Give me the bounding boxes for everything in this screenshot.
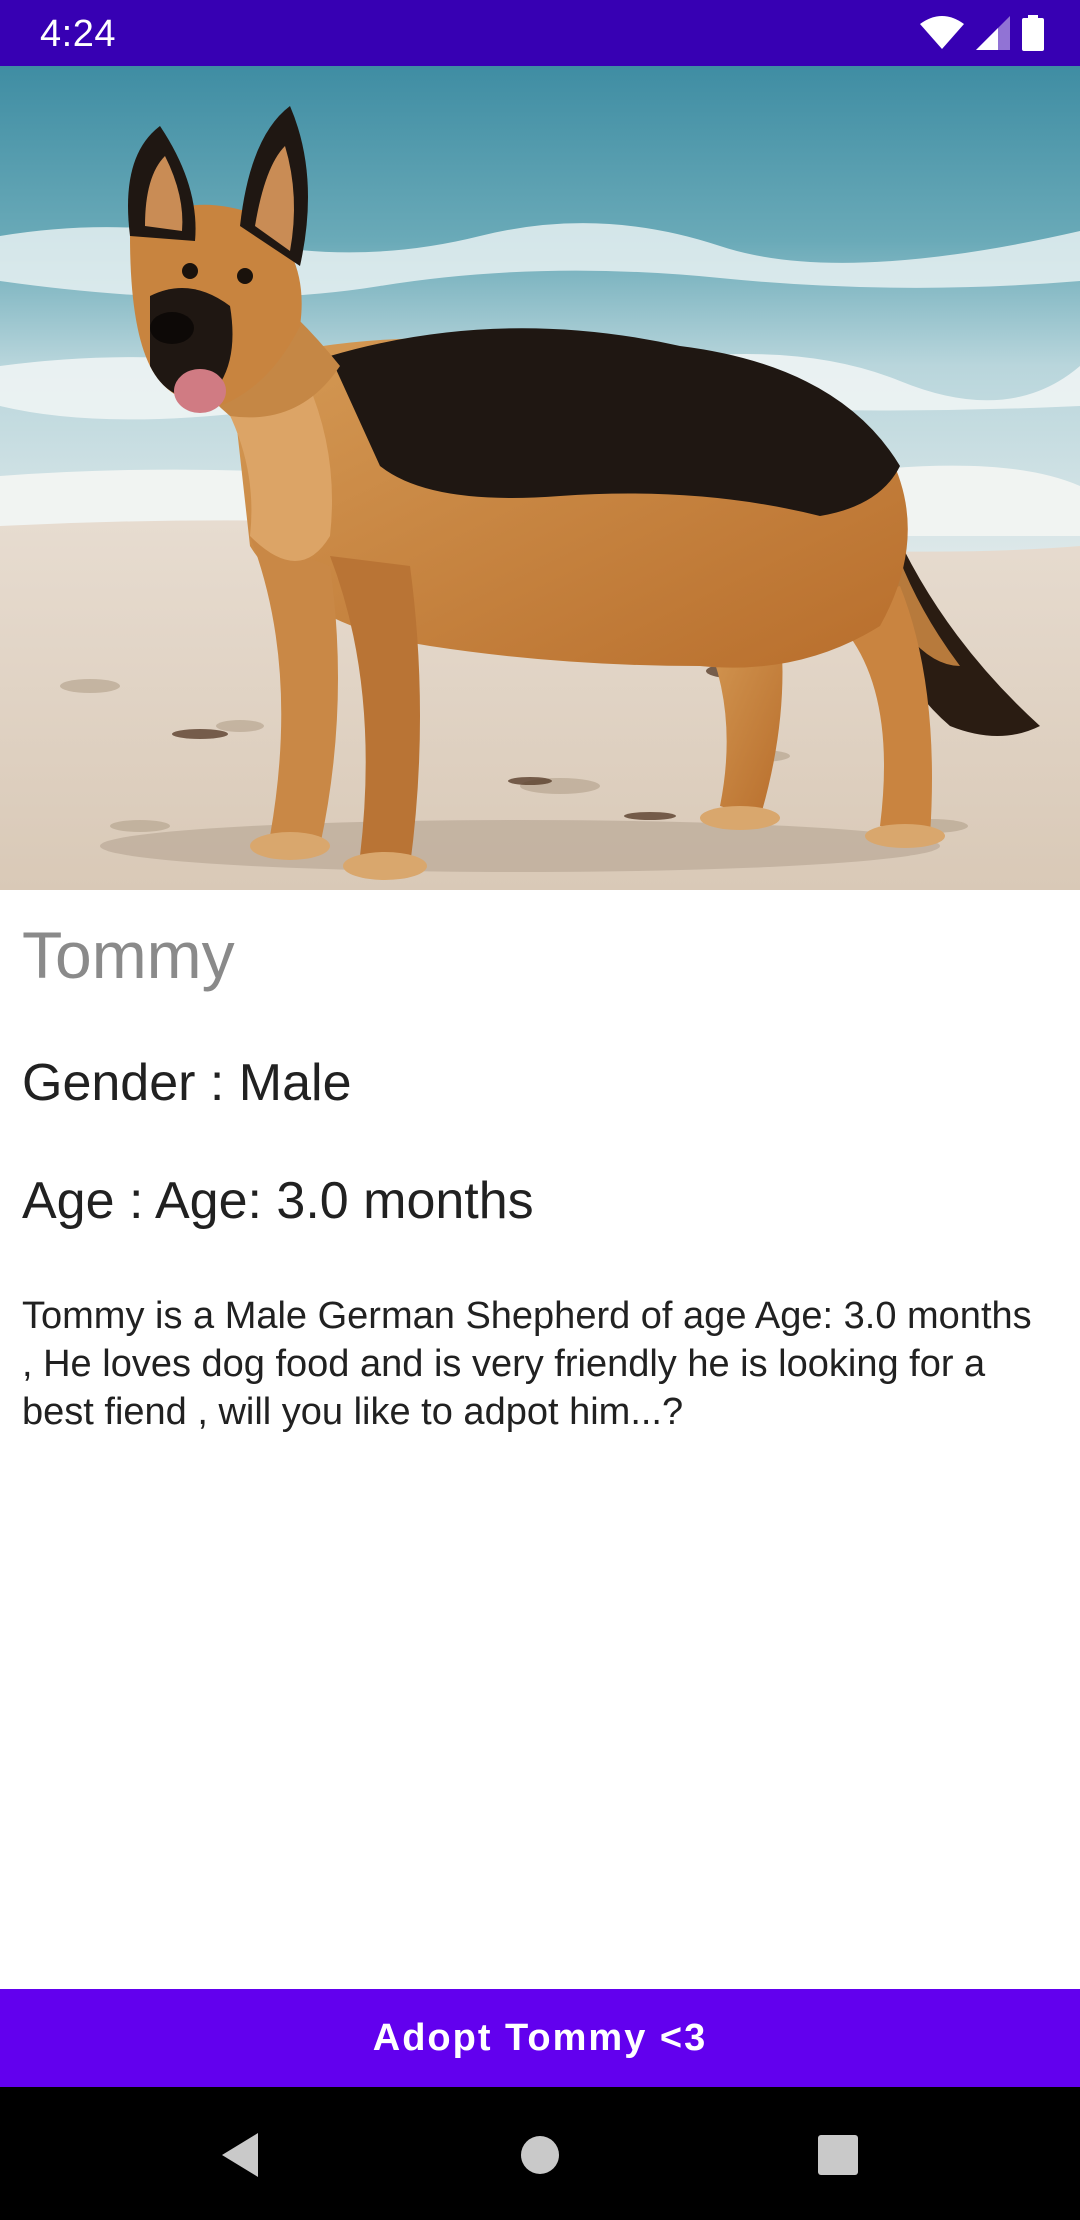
- pet-gender: Gender : Male: [22, 1054, 352, 1112]
- back-icon[interactable]: [208, 2123, 272, 2187]
- pet-name: Tommy: [22, 918, 235, 992]
- pet-photo: [0, 66, 1080, 890]
- recents-icon[interactable]: [806, 2123, 870, 2187]
- battery-icon: [1022, 15, 1044, 51]
- status-time: 4:24: [40, 13, 116, 55]
- pet-detail-screen: 4:24 Tommy Gender: Male Age: Age: 3.0 …: [0, 0, 1080, 2220]
- home-icon[interactable]: [508, 2123, 572, 2187]
- status-icons: [920, 14, 1044, 52]
- navigation-bar: [0, 2087, 1080, 2220]
- pet-description: Tommy is a Male German Shepherd of age A…: [22, 1295, 1032, 1433]
- wifi-icon: [920, 16, 964, 50]
- cell-signal-icon: [976, 16, 1010, 50]
- adopt-button[interactable]: Adopt Tommy <3: [0, 1989, 1080, 2087]
- pet-age: Age : Age: 3.0 months: [22, 1172, 534, 1230]
- status-bar: 4:24: [0, 0, 1080, 66]
